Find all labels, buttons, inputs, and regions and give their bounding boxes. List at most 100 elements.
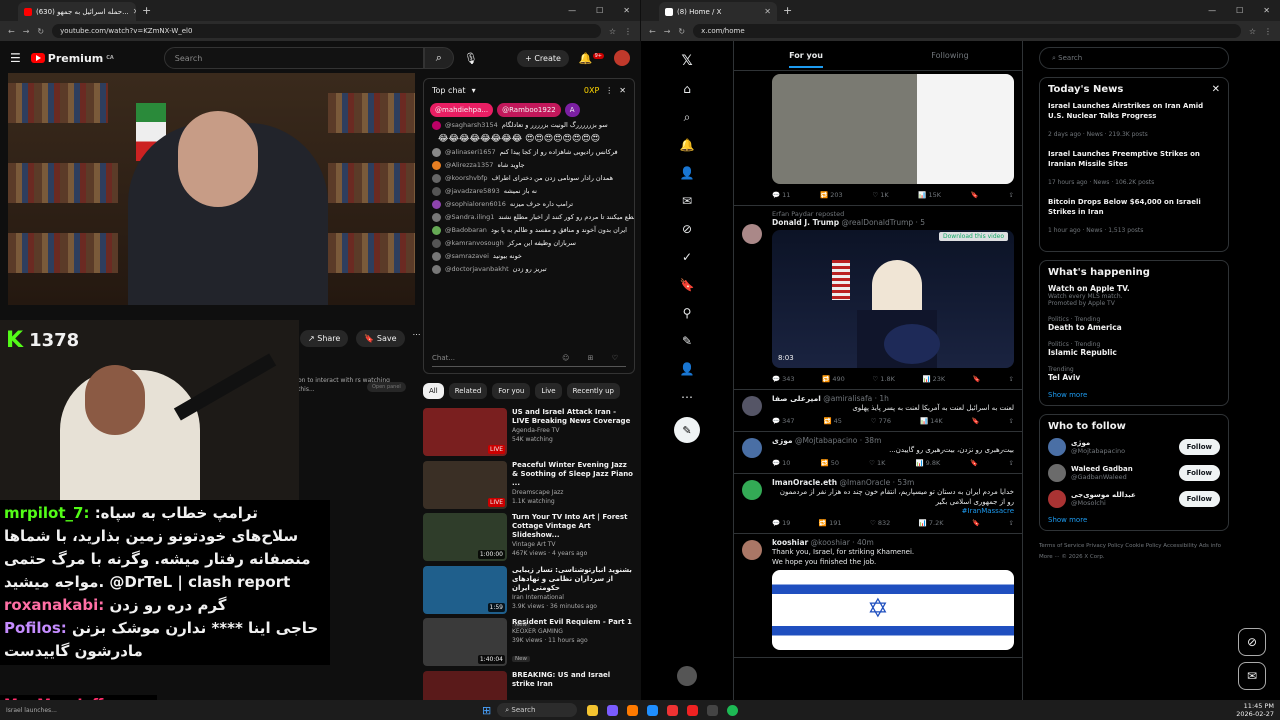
tweet[interactable]: Erfan Paydar reposted Donald J. Trump @r… xyxy=(734,206,1022,390)
grok-icon[interactable]: ⊘ xyxy=(1238,628,1266,656)
chat-username[interactable]: @sophialoren6016 xyxy=(445,199,506,210)
minimize-icon[interactable]: — xyxy=(568,6,576,15)
rec-channel[interactable]: Vintage Art TV xyxy=(512,540,635,549)
grok-icon[interactable]: ⊘ xyxy=(679,221,695,237)
share-icon[interactable]: ⇪ xyxy=(1009,191,1014,199)
rec-thumbnail[interactable]: 1:59 xyxy=(423,565,507,614)
filter-chip[interactable]: Recently up xyxy=(566,383,620,399)
open-panel-button[interactable]: Open panel xyxy=(367,382,406,392)
tweet-image[interactable] xyxy=(772,74,1014,184)
rec-title[interactable]: Turn Your TV Into Art | Forest Cottage V… xyxy=(512,513,635,540)
tweet-image[interactable]: ✡ xyxy=(772,570,1014,650)
app-icon[interactable] xyxy=(607,704,619,716)
chat-ticker[interactable]: @Ramboo1922 xyxy=(497,103,561,117)
follow-button[interactable]: Follow xyxy=(1178,491,1220,507)
avatar[interactable] xyxy=(742,438,762,458)
rec-thumbnail[interactable]: 1:00:00 xyxy=(423,513,507,561)
tweet[interactable]: ImanOracle.eth @ImanOracle · 53m خدایا م… xyxy=(734,474,1022,534)
menu-icon[interactable]: ⋮ xyxy=(1264,27,1272,36)
rec-thumbnail[interactable]: LIVE xyxy=(423,408,507,456)
retweet-icon[interactable]: 🔁 191 xyxy=(819,519,842,527)
chat-ticker[interactable]: @mahdiehpa... xyxy=(430,103,494,117)
follow-button[interactable]: Follow xyxy=(1178,465,1220,481)
chat-username[interactable]: @Sandra.iling1 xyxy=(445,212,494,223)
follow-suggestion[interactable]: Waleed Gadban @GadbanWaleed Follow xyxy=(1048,464,1220,482)
video-player[interactable] xyxy=(8,73,415,305)
reply-icon[interactable]: 💬 19 xyxy=(772,519,790,527)
maximize-icon[interactable]: ☐ xyxy=(596,6,603,15)
mic-icon[interactable]: 🎙 xyxy=(464,52,478,65)
explore-icon[interactable]: ⌕ xyxy=(679,109,695,125)
retweet-icon[interactable]: 🔁 490 xyxy=(822,375,845,383)
search-input[interactable]: Search xyxy=(163,47,424,69)
close-icon[interactable]: ✕ xyxy=(1212,84,1220,95)
show-more-link[interactable]: Show more xyxy=(1048,516,1220,524)
rec-channel[interactable]: Iran International xyxy=(512,593,635,602)
rec-thumbnail[interactable]: 1:40:04 xyxy=(423,618,507,666)
close-tab-icon[interactable]: ✕ xyxy=(133,7,136,16)
tweet-video[interactable]: Download this video 8:03 xyxy=(772,230,1014,368)
app-icon[interactable] xyxy=(707,704,719,716)
download-video-button[interactable]: Download this video xyxy=(939,232,1008,241)
tweet-author[interactable]: Donald J. Trump @realDonaldTrump · 5 xyxy=(772,218,1014,227)
more-icon[interactable]: ⋯ xyxy=(413,330,421,347)
reload-icon[interactable]: ↻ xyxy=(37,27,44,36)
reply-icon[interactable]: 💬 343 xyxy=(772,375,795,383)
tweet[interactable]: kooshiar @kooshiar · 40m Thank you, Isra… xyxy=(734,534,1022,658)
bookmark-icon[interactable]: 🔖 xyxy=(970,459,978,467)
star-icon[interactable]: ☆ xyxy=(1249,27,1256,36)
rec-title[interactable]: Peaceful Winter Evening Jazz & Soothing … xyxy=(512,461,635,488)
like-icon[interactable]: ♡ 1K xyxy=(872,191,888,199)
rec-item[interactable]: LIVE US and Israel Attack Iran - LIVE Bre… xyxy=(423,408,635,460)
follow-icon[interactable]: 👤 xyxy=(679,165,695,181)
youtube-icon[interactable] xyxy=(667,704,679,716)
like-icon[interactable]: ♡ 832 xyxy=(870,519,890,527)
share-icon[interactable]: ⇪ xyxy=(1009,459,1014,467)
avatar[interactable] xyxy=(742,480,762,500)
avatar[interactable] xyxy=(742,224,762,244)
tweet-author[interactable]: موژی @Mojtabapacino · 38m xyxy=(772,436,1014,445)
reload-icon[interactable]: ↻ xyxy=(678,27,685,36)
retweet-icon[interactable]: 🔁 50 xyxy=(821,459,839,467)
spotify-icon[interactable] xyxy=(727,704,739,716)
news-item[interactable]: Bitcoin Drops Below $64,000 on Israeli S… xyxy=(1048,197,1220,236)
notifications-icon[interactable]: 🔔 xyxy=(679,137,695,153)
tweet[interactable]: امیرعلی صفا @amiralisafa · 1h لعنت به اس… xyxy=(734,390,1022,432)
chat-username[interactable]: @javadzare5893 xyxy=(445,186,500,197)
views-icon[interactable]: 📊 7.2K xyxy=(919,519,944,527)
rec-item[interactable]: LIVE Peaceful Winter Evening Jazz & Sooth… xyxy=(423,460,635,513)
browser-tab-x[interactable]: (8) Home / X ✕ xyxy=(659,2,777,21)
tweet-author[interactable]: امیرعلی صفا @amiralisafa · 1h xyxy=(772,394,1014,403)
x-logo-icon[interactable]: 𝕏 xyxy=(679,53,695,69)
bookmarks-icon[interactable]: 🔖 xyxy=(679,277,695,293)
star-icon[interactable]: ☆ xyxy=(609,27,616,36)
share-icon[interactable]: ⇪ xyxy=(1009,417,1014,425)
jobs-icon[interactable]: ⚲ xyxy=(679,305,695,321)
minimize-icon[interactable]: — xyxy=(1208,6,1216,15)
follow-suggestion[interactable]: عبدالله موسوی‌جی @Mosolchi Follow xyxy=(1048,490,1220,508)
trend-item[interactable]: Politics · Trending Islamic Republic xyxy=(1048,341,1220,357)
chat-username[interactable]: @Alirezza1357 xyxy=(445,160,493,171)
hashtag-link[interactable]: #IranMassacre xyxy=(772,507,1014,515)
forward-icon[interactable]: → xyxy=(664,27,671,36)
chat-username[interactable]: @samrazavei xyxy=(445,251,489,262)
trend-item[interactable]: Watch on Apple TV. Watch every MLS match.… xyxy=(1048,284,1220,307)
home-icon[interactable]: ⌂ xyxy=(679,81,695,97)
clock[interactable]: 11:45 PM 2026-02-27 xyxy=(1236,702,1274,718)
new-tab-icon[interactable]: + xyxy=(142,4,151,17)
rec-title[interactable]: بشنوید انبارتوشناسی: تسار زیبایی از سردا… xyxy=(512,566,635,593)
reply-icon[interactable]: 💬 347 xyxy=(772,417,795,425)
messages-icon[interactable]: ✉ xyxy=(1238,662,1266,690)
rec-item[interactable]: 1:00:00 Turn Your TV Into Art | Forest Co… xyxy=(423,513,635,565)
rec-channel[interactable]: Agenda-Free TV xyxy=(512,426,635,435)
news-item[interactable]: Israel Launches Airstrikes on Iran Amid … xyxy=(1048,101,1220,140)
start-icon[interactable]: ⊞ xyxy=(482,704,491,717)
rec-item[interactable]: 1:40:04 Resident Evil Requiem - Part 1 KEO… xyxy=(423,618,635,670)
rec-title[interactable]: BREAKING: US and Israel strike Iran xyxy=(512,671,635,689)
close-chat-icon[interactable]: ✕ xyxy=(619,86,626,95)
chat-username[interactable]: @kamranvosough xyxy=(445,238,504,249)
bookmark-icon[interactable]: 🔖 xyxy=(972,417,980,425)
chat-username[interactable]: @Badobaran xyxy=(445,225,487,236)
filter-chip[interactable]: All xyxy=(423,383,444,399)
tweet[interactable]: 💬 11 🔁 203 ♡ 1K 📊 15K 🔖 ⇪ xyxy=(734,74,1022,206)
